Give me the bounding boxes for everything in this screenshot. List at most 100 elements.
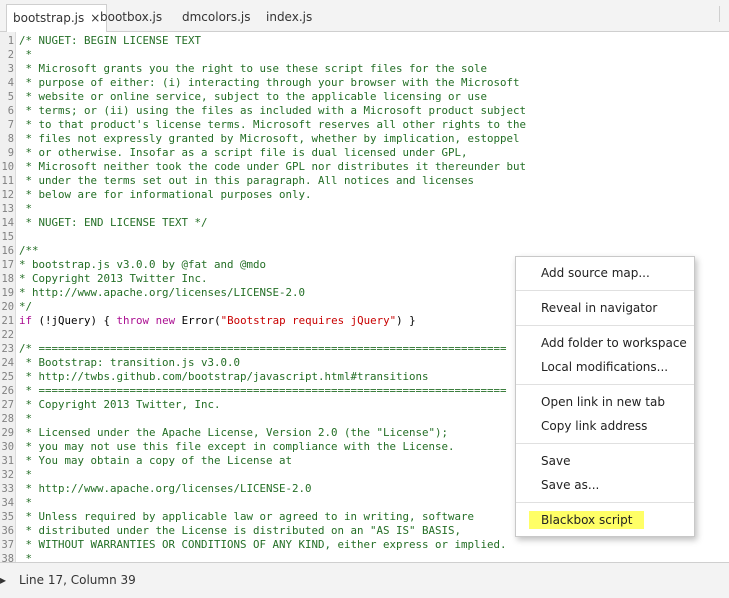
line-number: 16 [1,245,14,257]
code-text: * to that product's license terms. Micro… [19,118,527,131]
code-text: * [19,496,33,509]
menu-item-blackbox-script[interactable]: Blackbox script [516,509,694,531]
drawer-toggle-icon[interactable]: ▸ [0,573,6,587]
code-line: 37 * WITHOUT WARRANTIES OR CONDITIONS OF… [0,538,729,552]
code-text: * terms; or (ii) using the files as incl… [19,104,527,117]
line-number: 5 [7,91,14,103]
code-text: * website or online service, subject to … [19,90,488,103]
code-text: /* NUGET: BEGIN LICENSE TEXT [19,34,202,47]
code-line: 14 * NUGET: END LICENSE TEXT */ [0,216,729,230]
code-line: 12 * below are for informational purpose… [0,188,729,202]
menu-item-save-as[interactable]: Save as... [516,474,694,496]
line-number: 29 [1,427,14,439]
line-number: 18 [1,273,14,285]
code-text: * Microsoft grants you the right to use … [19,62,488,75]
line-number: 22 [1,329,14,341]
code-line: 1 /* NUGET: BEGIN LICENSE TEXT [0,34,729,48]
line-number: 12 [1,189,14,201]
tab-label: dmcolors.js [182,10,251,24]
code-text: if (!jQuery) { throw new Error("Bootstra… [19,314,416,327]
code-line: 9 * or otherwise. Insofar as a script fi… [0,146,729,160]
code-text: * Microsoft neither took the code under … [19,160,527,173]
line-number: 11 [1,175,14,187]
code-text: * [19,412,33,425]
line-number: 34 [1,497,14,509]
code-text: * you may not use this file except in co… [19,440,455,453]
code-text: */ [19,300,33,313]
code-line: 2 * [0,48,729,62]
code-text: * [19,202,33,215]
line-number: 7 [7,119,14,131]
tab-index-js[interactable]: index.js [266,4,312,32]
line-number: 28 [1,413,14,425]
line-number: 26 [1,385,14,397]
context-menu: Add source map... Reveal in navigator Ad… [515,256,695,537]
line-number: 8 [7,133,14,145]
code-text: * [19,552,33,562]
menu-separator [516,443,694,444]
code-text: * http://twbs.github.com/bootstrap/javas… [19,370,429,383]
menu-item-add-source-map[interactable]: Add source map... [516,262,694,284]
tab-bootbox-js[interactable]: bootbox.js [100,4,162,32]
line-number: 27 [1,399,14,411]
code-text: * Unless required by applicable law or a… [19,510,475,523]
code-line: 5 * website or online service, subject t… [0,90,729,104]
code-text: * http://www.apache.org/licenses/LICENSE… [19,482,312,495]
menu-item-save[interactable]: Save [516,450,694,472]
code-line: 10 * Microsoft neither took the code und… [0,160,729,174]
code-line: 15 [0,230,729,244]
code-line: 4 * purpose of either: (i) interacting t… [0,76,729,90]
code-line: 8 * files not expressly granted by Micro… [0,132,729,146]
code-text: * below are for informational purposes o… [19,188,312,201]
code-text: * bootstrap.js v3.0.0 by @fat and @mdo [19,258,267,271]
line-number: 36 [1,525,14,537]
line-number: 33 [1,483,14,495]
menu-item-reveal-in-navigator[interactable]: Reveal in navigator [516,297,694,319]
line-number: 30 [1,441,14,453]
code-text: * or otherwise. Insofar as a script file… [19,146,468,159]
line-number: 13 [1,203,14,215]
line-number: 10 [1,161,14,173]
line-number: 1 [7,35,14,47]
line-number: 20 [1,301,14,313]
menu-item-add-folder-to-workspace[interactable]: Add folder to workspace [516,332,694,354]
tab-label: bootstrap.js [13,11,85,25]
code-text: * Copyright 2013 Twitter, Inc. [19,398,221,411]
line-number: 2 [7,49,14,61]
editor-toggle-icon[interactable] [719,6,729,22]
line-number: 21 [1,315,14,327]
menu-item-copy-link-address[interactable]: Copy link address [516,415,694,437]
code-text: /* =====================================… [19,342,507,355]
code-text: * files not expressly granted by Microso… [19,132,520,145]
line-number: 15 [1,231,14,243]
code-text: /** [19,244,39,257]
line-number: 35 [1,511,14,523]
line-number: 3 [7,63,14,75]
code-text: * You may obtain a copy of the License a… [19,454,293,467]
line-number: 4 [7,77,14,89]
tab-label: index.js [266,10,313,24]
line-number: 25 [1,371,14,383]
line-number: 14 [1,217,14,229]
line-number: 38 [1,553,14,562]
line-number: 31 [1,455,14,467]
close-tab-icon[interactable]: × [90,5,100,31]
line-number: 37 [1,539,14,551]
menu-separator [516,384,694,385]
tab-bootstrap-js[interactable]: bootstrap.js × [6,4,108,32]
menu-item-local-modifications[interactable]: Local modifications... [516,356,694,378]
code-line: 3 * Microsoft grants you the right to us… [0,62,729,76]
code-line: 6 * terms; or (ii) using the files as in… [0,104,729,118]
code-line: 38 * [0,552,729,562]
code-text: * NUGET: END LICENSE TEXT */ [19,216,208,229]
code-line: 7 * to that product's license terms. Mic… [0,118,729,132]
editor-tab-bar: bootstrap.js × bootbox.js dmcolors.js ind… [0,0,729,32]
menu-item-open-link-in-new-tab[interactable]: Open link in new tab [516,391,694,413]
line-number: 32 [1,469,14,481]
code-text: * WITHOUT WARRANTIES OR CONDITIONS OF AN… [19,538,507,551]
code-text: * ======================================… [19,384,507,397]
tab-dmcolors-js[interactable]: dmcolors.js [182,4,251,32]
code-text: * [19,468,33,481]
code-line: 11 * under the terms set out in this par… [0,174,729,188]
line-number: 17 [1,259,14,271]
